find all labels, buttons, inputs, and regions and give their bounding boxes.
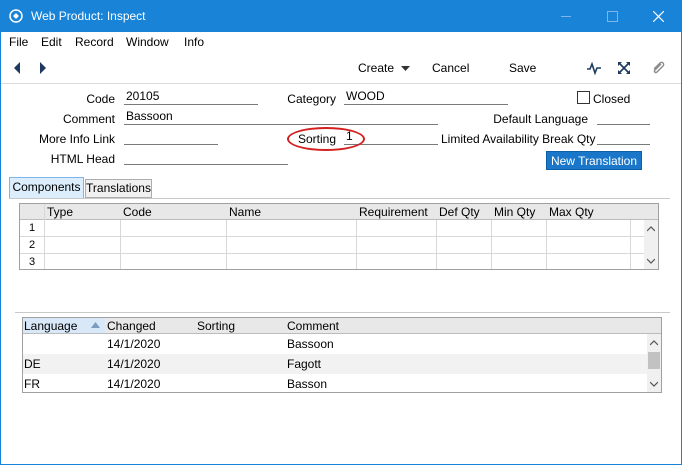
comment-cell: Fagott [287,357,322,371]
app-logo-icon [9,9,23,23]
language-cell: DE [24,357,41,371]
components-grid: Type Code Name Requirement Def Qty Min Q… [19,203,659,270]
category-field[interactable]: WOOD [344,89,508,105]
column-divider [44,204,45,269]
app-window: Web Product: Inspect File Edit Record Wi… [0,0,682,465]
minimize-button[interactable] [543,1,589,32]
translations-list: Language Changed Sorting Comment 14/1/20… [22,317,662,393]
chevron-down-icon [401,66,411,71]
column-divider [120,220,121,269]
changed-cell: 14/1/2020 [107,357,161,371]
limited-availability-label: Limited Availability Break Qty [441,132,596,146]
sort-ascending-icon [91,322,100,328]
column-header-comment[interactable]: Comment [287,319,339,333]
closed-checkbox[interactable] [577,91,590,104]
list-item[interactable]: FR 14/1/2020 Basson [23,374,647,394]
code-label: Code [86,92,115,106]
next-record-icon[interactable] [38,61,48,75]
column-divider [436,220,437,269]
scroll-down-icon[interactable] [647,257,655,265]
column-divider [491,220,492,269]
column-header-max-qty[interactable]: Max Qty [549,205,594,219]
maximize-button[interactable] [589,1,635,32]
row-number: 1 [28,222,36,234]
list-item[interactable]: 14/1/2020 Bassoon [23,334,647,354]
scroll-up-icon[interactable] [650,339,658,347]
column-header-def-qty[interactable]: Def Qty [439,205,480,219]
column-header-name[interactable]: Name [229,205,261,219]
menu-file[interactable]: File [9,35,28,49]
components-scrollbar[interactable] [644,220,658,269]
menu-info[interactable]: Info [184,35,204,49]
category-label: Category [287,92,336,106]
window-title: Web Product: Inspect [31,9,146,23]
tab-translations[interactable]: Translations [85,179,152,198]
tab-components[interactable]: Components [9,177,84,198]
scrollbar-thumb[interactable] [648,352,660,369]
column-divider [226,220,227,269]
comment-cell: Bassoon [287,337,334,351]
column-header-language[interactable]: Language [24,319,77,333]
closed-label: Closed [593,92,631,106]
previous-record-icon[interactable] [12,61,22,75]
table-row[interactable]: 1 [20,220,644,237]
html-head-field[interactable] [124,149,288,165]
comment-cell: Basson [287,377,328,391]
tab-divider [9,198,670,199]
limited-availability-field[interactable] [597,129,650,145]
column-header-requirement[interactable]: Requirement [359,205,428,219]
translations-scrollbar[interactable] [647,334,661,392]
changed-cell: 14/1/2020 [107,377,161,391]
column-header-sorting[interactable]: Sorting [197,319,235,333]
column-header-changed[interactable]: Changed [107,319,156,333]
row-number: 3 [28,256,36,268]
changed-cell: 14/1/2020 [107,337,161,351]
default-language-label: Default Language [493,112,588,126]
menu-bar: File Edit Record Window Info [1,32,681,52]
toolbar: Create Cancel Save [1,52,681,84]
column-divider [546,220,547,269]
table-row[interactable]: 3 [20,254,644,271]
list-item[interactable]: DE 14/1/2020 Fagott [23,354,647,374]
menu-edit[interactable]: Edit [41,35,62,49]
translations-list-header: Language Changed Sorting Comment [23,318,661,334]
close-icon [653,11,664,22]
close-button[interactable] [635,1,681,32]
save-button[interactable]: Save [509,61,536,75]
highlight-ellipse [287,127,365,151]
create-button[interactable]: Create [358,61,411,75]
column-header-type[interactable]: Type [47,205,73,219]
column-header-code[interactable]: Code [123,205,152,219]
attachment-icon[interactable] [650,60,666,76]
column-divider [630,220,631,269]
create-button-label: Create [358,61,395,75]
default-language-field[interactable] [597,109,650,125]
more-info-link-field[interactable] [124,129,218,145]
expand-icon[interactable] [616,60,632,76]
cancel-button[interactable]: Cancel [432,61,469,75]
activity-icon[interactable] [586,60,602,76]
more-info-link-label: More Info Link [38,132,115,146]
column-divider [356,220,357,269]
row-number: 2 [28,239,36,251]
table-row[interactable]: 2 [20,237,644,254]
components-grid-header: Type Code Name Requirement Def Qty Min Q… [20,204,658,220]
comment-field[interactable]: Bassoon [124,109,438,125]
language-cell: FR [24,377,40,391]
new-translation-button[interactable]: New Translation [546,151,642,170]
code-field[interactable]: 20105 [124,89,258,105]
scroll-down-icon[interactable] [650,380,658,388]
section-divider [15,312,670,313]
scroll-up-icon[interactable] [647,225,655,233]
comment-label: Comment [62,112,115,126]
menu-record[interactable]: Record [75,35,114,49]
menu-window[interactable]: Window [126,35,169,49]
column-header-min-qty[interactable]: Min Qty [494,205,535,219]
html-head-label: HTML Head [50,152,115,166]
title-bar: Web Product: Inspect [1,1,681,32]
